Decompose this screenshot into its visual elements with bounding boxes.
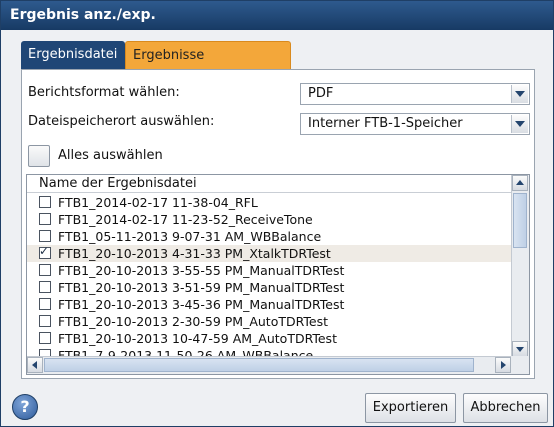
item-label: FTB1_20-10-2013 2-30-59 PM_AutoTDRTest bbox=[58, 314, 329, 329]
list-item[interactable]: FTB1_20-10-2013 3-51-59 PM_ManualTDRTest bbox=[27, 279, 511, 296]
scroll-down-button[interactable] bbox=[512, 341, 528, 357]
item-checkbox[interactable] bbox=[39, 196, 51, 208]
export-panel: Berichtsformat wählen: PDF Dateispeicher… bbox=[21, 69, 535, 379]
select-all-label[interactable]: Alles auswählen bbox=[58, 148, 163, 163]
location-value: Interner FTB-1-Speicher bbox=[308, 116, 463, 131]
list-item[interactable]: FTB1_20-10-2013 3-45-36 PM_ManualTDRTest bbox=[27, 296, 511, 313]
list-item[interactable]: FTB1_20-10-2013 10-47-59 AM_AutoTDRTest bbox=[27, 330, 511, 347]
window-title: Ergebnis anz./exp. bbox=[1, 1, 553, 30]
vertical-scrollbar[interactable] bbox=[511, 175, 529, 357]
scroll-left-button[interactable] bbox=[27, 357, 43, 373]
item-checkbox[interactable] bbox=[39, 281, 51, 293]
list-item[interactable]: FTB1_2014-02-17 11-38-04_RFL bbox=[27, 194, 511, 211]
cancel-button[interactable]: Abbrechen bbox=[463, 393, 548, 423]
tab-result-file[interactable]: Ergebnisdatei bbox=[21, 41, 125, 69]
report-format-select[interactable]: PDF bbox=[300, 83, 530, 105]
chevron-down-icon[interactable] bbox=[511, 85, 528, 103]
item-label: FTB1_20-10-2013 3-45-36 PM_ManualTDRTest bbox=[58, 297, 345, 312]
chevron-up-icon bbox=[516, 180, 524, 185]
report-format-label: Berichtsformat wählen: bbox=[28, 85, 180, 100]
select-all-checkbox[interactable] bbox=[28, 145, 50, 167]
item-checkbox-checked[interactable]: ✓ bbox=[39, 245, 51, 259]
scroll-up-button[interactable] bbox=[512, 175, 528, 191]
item-label: FTB1_20-10-2013 3-55-55 PM_ManualTDRTest bbox=[58, 263, 345, 278]
item-label: FTB1_20-10-2013 3-51-59 PM_ManualTDRTest bbox=[58, 280, 345, 295]
result-file-list[interactable]: Name der Ergebnisdatei FTB1_2014-02-17 1… bbox=[26, 174, 530, 375]
item-checkbox[interactable] bbox=[39, 264, 51, 276]
chevron-right-icon bbox=[501, 361, 506, 369]
horizontal-scrollbar[interactable] bbox=[27, 356, 511, 374]
item-checkbox[interactable] bbox=[39, 315, 51, 327]
item-checkbox[interactable] bbox=[39, 298, 51, 310]
item-label: FTB1_05-11-2013 9-07-31 AM_WBBalance bbox=[58, 229, 322, 244]
chevron-left-icon bbox=[32, 361, 37, 369]
list-header[interactable]: Name der Ergebnisdatei bbox=[27, 175, 511, 193]
scroll-right-button[interactable] bbox=[495, 357, 511, 373]
item-label: FTB1_2014-02-17 11-38-04_RFL bbox=[58, 195, 258, 210]
item-checkbox[interactable] bbox=[39, 213, 51, 225]
chevron-down-icon[interactable] bbox=[511, 115, 528, 133]
item-label: FTB1_20-10-2013 10-47-59 AM_AutoTDRTest bbox=[58, 331, 337, 346]
export-button[interactable]: Exportieren bbox=[365, 393, 456, 423]
checkmark-icon: ✓ bbox=[39, 245, 50, 258]
list-item[interactable]: FTB1_2014-02-17 11-23-52_ReceiveTone bbox=[27, 211, 511, 228]
list-item[interactable]: FTB1_05-11-2013 9-07-31 AM_WBBalance bbox=[27, 228, 511, 245]
list-item[interactable]: FTB1_20-10-2013 3-55-55 PM_ManualTDRTest bbox=[27, 262, 511, 279]
list-item[interactable]: FTB1_20-10-2013 2-30-59 PM_AutoTDRTest bbox=[27, 313, 511, 330]
report-format-value: PDF bbox=[308, 86, 334, 101]
item-label: FTB1_2014-02-17 11-23-52_ReceiveTone bbox=[58, 212, 313, 227]
scrollbar-corner bbox=[511, 356, 529, 374]
export-results-dialog: Ergebnis anz./exp. Ergebnisdatei Ergebni… bbox=[0, 0, 554, 427]
help-icon[interactable]: ? bbox=[12, 394, 38, 420]
vertical-scroll-thumb[interactable] bbox=[513, 193, 527, 248]
item-checkbox[interactable] bbox=[39, 332, 51, 344]
location-label: Dateispeicherort auswählen: bbox=[28, 114, 215, 129]
item-checkbox[interactable] bbox=[39, 230, 51, 242]
list-item-selected[interactable]: ✓ FTB1_20-10-2013 4-31-33 PM_XtalkTDRTes… bbox=[27, 245, 511, 262]
item-label: FTB1_20-10-2013 4-31-33 PM_XtalkTDRTest bbox=[58, 246, 331, 261]
horizontal-scroll-thumb[interactable] bbox=[44, 358, 474, 372]
tab-export-results[interactable]: Ergebnisse exportieren bbox=[125, 41, 291, 91]
chevron-down-icon bbox=[516, 347, 524, 352]
location-select[interactable]: Interner FTB-1-Speicher bbox=[300, 113, 530, 135]
